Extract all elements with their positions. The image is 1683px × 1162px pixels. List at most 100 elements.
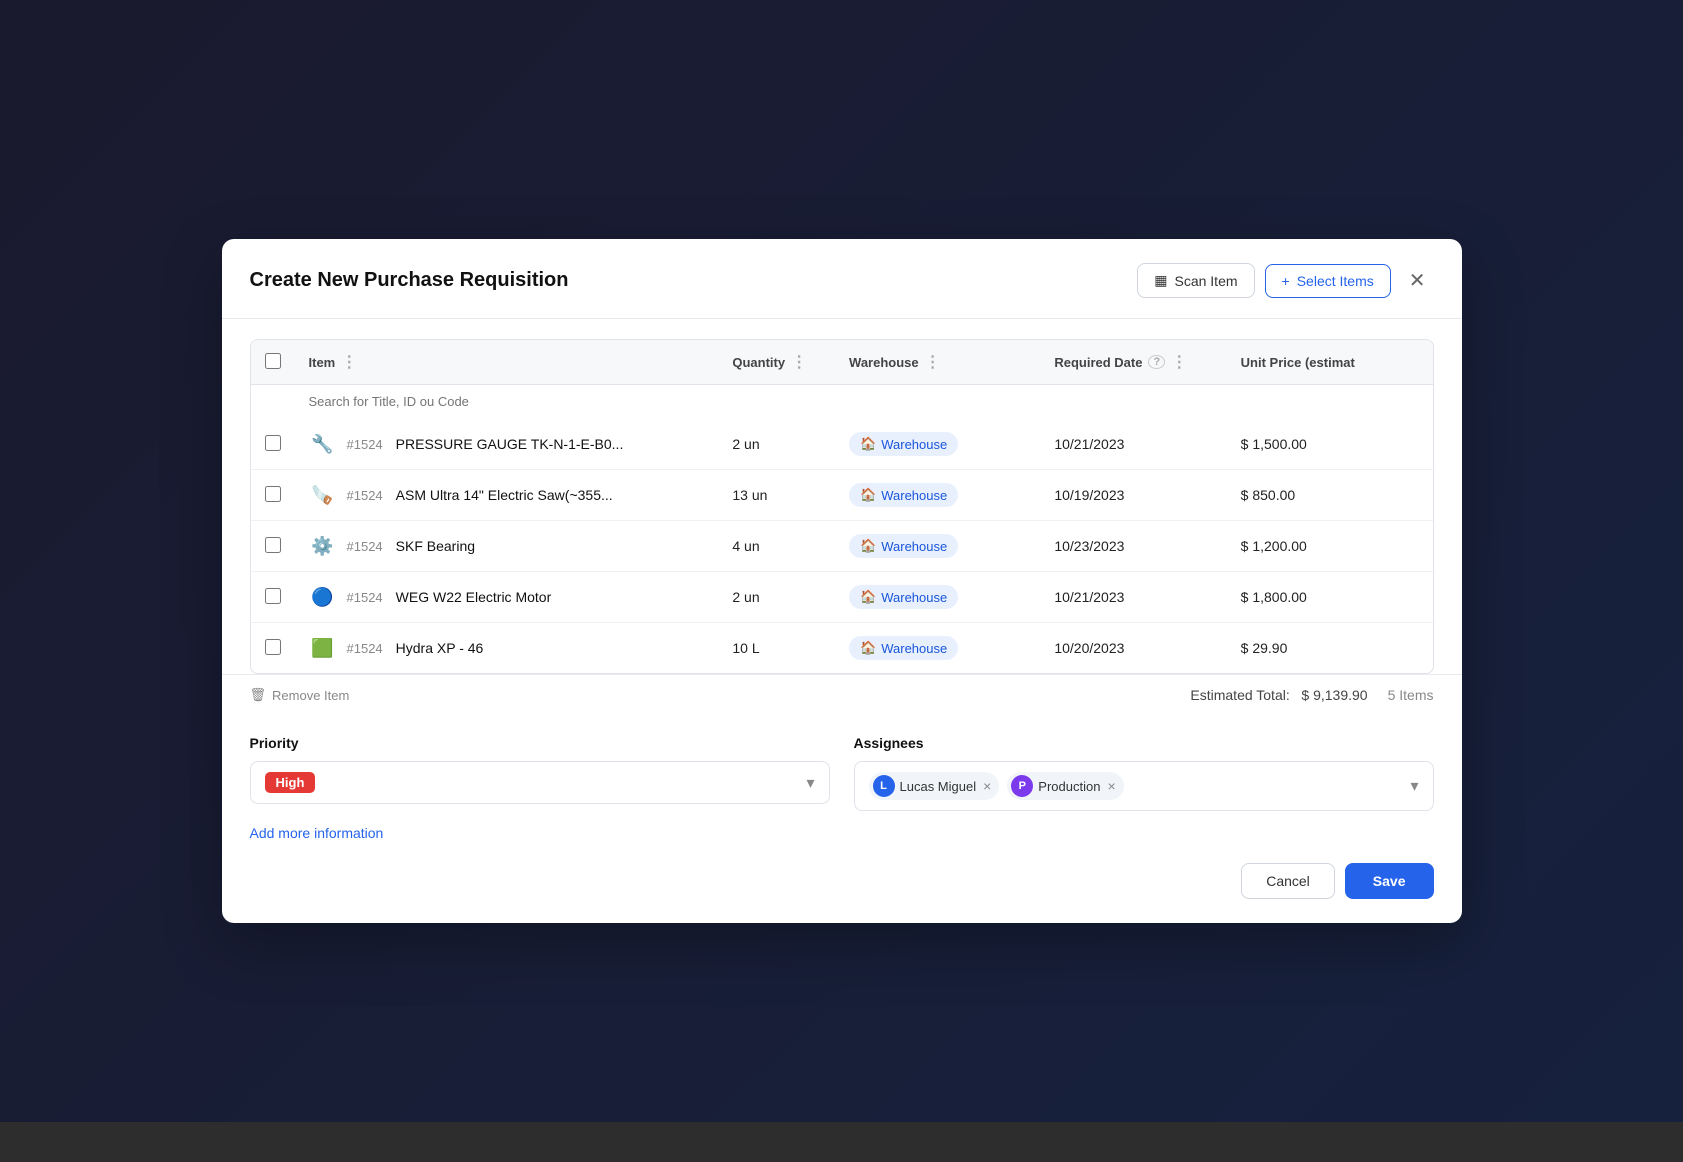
modal-actions: Cancel Save xyxy=(222,843,1462,923)
row-checkbox-0[interactable] xyxy=(265,435,281,451)
priority-chevron-icon: ▾ xyxy=(806,773,814,793)
header-checkbox-cell xyxy=(251,340,295,385)
assignees-list: L Lucas Miguel × P Production × xyxy=(869,772,1124,800)
row-price-2: $ 1,200.00 xyxy=(1227,521,1433,572)
modal-header: Create New Purchase Requisition ▦ Scan I… xyxy=(222,239,1462,319)
item-icon-0: 🔧 xyxy=(309,430,337,458)
item-id-3: #1524 xyxy=(347,590,383,605)
row-checkbox-cell xyxy=(251,419,295,470)
col-qty-dots[interactable]: ⋮ xyxy=(791,352,807,372)
row-quantity-2: 4 un xyxy=(718,521,835,572)
item-icon-2: ⚙️ xyxy=(309,532,337,560)
priority-dropdown[interactable]: High ▾ xyxy=(250,761,830,804)
row-checkbox-1[interactable] xyxy=(265,486,281,502)
bottom-section: Priority High ▾ Assignees L Lucas Miguel xyxy=(222,715,1462,811)
warehouse-icon-2: 🏠 xyxy=(860,538,876,554)
col-warehouse-dots[interactable]: ⋮ xyxy=(925,352,941,372)
item-id-0: #1524 xyxy=(347,437,383,452)
warehouse-icon-4: 🏠 xyxy=(860,640,876,656)
col-date-help[interactable]: ? xyxy=(1148,355,1165,369)
row-item-0: 🔧 #1524 PRESSURE GAUGE TK-N-1-E-B0... xyxy=(295,419,719,470)
scan-item-button[interactable]: ▦ Scan Item xyxy=(1137,263,1254,298)
modal-title: Create New Purchase Requisition xyxy=(250,269,569,292)
row-checkbox-cell xyxy=(251,572,295,623)
row-quantity-4: 10 L xyxy=(718,623,835,674)
close-button[interactable]: ✕ xyxy=(1401,264,1434,297)
row-price-4: $ 29.90 xyxy=(1227,623,1433,674)
warehouse-icon-0: 🏠 xyxy=(860,436,876,452)
col-item-dots[interactable]: ⋮ xyxy=(341,352,357,372)
save-button[interactable]: Save xyxy=(1345,863,1434,899)
row-date-4: 10/20/2023 xyxy=(1040,623,1226,674)
item-id-2: #1524 xyxy=(347,539,383,554)
row-quantity-3: 2 un xyxy=(718,572,835,623)
table-row: ⚙️ #1524 SKF Bearing 4 un 🏠 Warehouse 10… xyxy=(251,521,1433,572)
row-item-3: 🔵 #1524 WEG W22 Electric Motor xyxy=(295,572,719,623)
row-item-1: 🪚 #1524 ASM Ultra 14" Electric Saw(~355.… xyxy=(295,470,719,521)
row-price-3: $ 1,800.00 xyxy=(1227,572,1433,623)
row-quantity-0: 2 un xyxy=(718,419,835,470)
warehouse-icon-3: 🏠 xyxy=(860,589,876,605)
row-quantity-1: 13 un xyxy=(718,470,835,521)
table-header-row: Item ⋮ Quantity ⋮ Wareho xyxy=(251,340,1433,385)
col-header-warehouse: Warehouse ⋮ xyxy=(835,340,1040,385)
purchase-requisition-modal: Create New Purchase Requisition ▦ Scan I… xyxy=(222,239,1462,923)
row-checkbox-4[interactable] xyxy=(265,639,281,655)
remove-lucas-button[interactable]: × xyxy=(983,779,991,793)
item-name-1: ASM Ultra 14" Electric Saw(~355... xyxy=(396,487,613,503)
plus-icon: + xyxy=(1282,273,1290,289)
row-checkbox-cell xyxy=(251,521,295,572)
barcode-icon: ▦ xyxy=(1154,272,1167,289)
table-row: 🟩 #1524 Hydra XP - 46 10 L 🏠 Warehouse 1… xyxy=(251,623,1433,674)
remove-item-button[interactable]: 🗑 Remove Item xyxy=(250,687,350,703)
item-name-4: Hydra XP - 46 xyxy=(396,640,484,656)
cancel-button[interactable]: Cancel xyxy=(1241,863,1335,899)
items-table: Item ⋮ Quantity ⋮ Wareho xyxy=(251,340,1433,673)
select-items-button[interactable]: + Select Items xyxy=(1265,264,1391,298)
row-checkbox-cell xyxy=(251,623,295,674)
row-date-3: 10/21/2023 xyxy=(1040,572,1226,623)
assignees-dropdown[interactable]: L Lucas Miguel × P Production × ▾ xyxy=(854,761,1434,811)
col-header-item: Item ⋮ xyxy=(295,340,719,385)
priority-badge: High xyxy=(265,772,316,793)
footer-right: Estimated Total: $ 9,139.90 5 Items xyxy=(1190,687,1433,703)
row-price-1: $ 850.00 xyxy=(1227,470,1433,521)
row-checkbox-3[interactable] xyxy=(265,588,281,604)
item-search-input[interactable] xyxy=(309,394,1419,409)
remove-production-button[interactable]: × xyxy=(1107,779,1115,793)
avatar-lucas: L xyxy=(873,775,895,797)
assignees-chevron-icon: ▾ xyxy=(1410,776,1418,796)
item-name-3: WEG W22 Electric Motor xyxy=(396,589,552,605)
search-cell xyxy=(295,385,1433,420)
search-checkbox-cell xyxy=(251,385,295,420)
trash-icon: 🗑 xyxy=(250,687,267,703)
priority-label: Priority xyxy=(250,735,830,751)
row-warehouse-1: 🏠 Warehouse xyxy=(835,470,1040,521)
header-actions: ▦ Scan Item + Select Items ✕ xyxy=(1137,263,1433,298)
row-warehouse-4: 🏠 Warehouse xyxy=(835,623,1040,674)
row-checkbox-2[interactable] xyxy=(265,537,281,553)
table-footer: 🗑 Remove Item Estimated Total: $ 9,139.9… xyxy=(222,674,1462,715)
row-date-0: 10/21/2023 xyxy=(1040,419,1226,470)
row-item-2: ⚙️ #1524 SKF Bearing xyxy=(295,521,719,572)
assignees-label: Assignees xyxy=(854,735,1434,751)
col-date-dots[interactable]: ⋮ xyxy=(1171,352,1187,372)
table-search-row xyxy=(251,385,1433,420)
row-date-2: 10/23/2023 xyxy=(1040,521,1226,572)
row-warehouse-0: 🏠 Warehouse xyxy=(835,419,1040,470)
col-header-unit-price: Unit Price (estimat xyxy=(1227,340,1433,385)
row-price-0: $ 1,500.00 xyxy=(1227,419,1433,470)
avatar-production: P xyxy=(1011,775,1033,797)
table-row: 🔵 #1524 WEG W22 Electric Motor 2 un 🏠 Wa… xyxy=(251,572,1433,623)
col-header-required-date: Required Date ? ⋮ xyxy=(1040,340,1226,385)
item-icon-3: 🔵 xyxy=(309,583,337,611)
add-more-info-link[interactable]: Add more information xyxy=(250,825,384,841)
row-warehouse-2: 🏠 Warehouse xyxy=(835,521,1040,572)
select-all-checkbox[interactable] xyxy=(265,353,281,369)
assignee-tag-lucas: L Lucas Miguel × xyxy=(869,772,1000,800)
priority-section: Priority High ▾ xyxy=(250,735,830,811)
estimated-total-label: Estimated Total: $ 9,139.90 xyxy=(1190,687,1367,703)
items-table-body: 🔧 #1524 PRESSURE GAUGE TK-N-1-E-B0... 2 … xyxy=(251,419,1433,673)
item-id-1: #1524 xyxy=(347,488,383,503)
warehouse-icon-1: 🏠 xyxy=(860,487,876,503)
